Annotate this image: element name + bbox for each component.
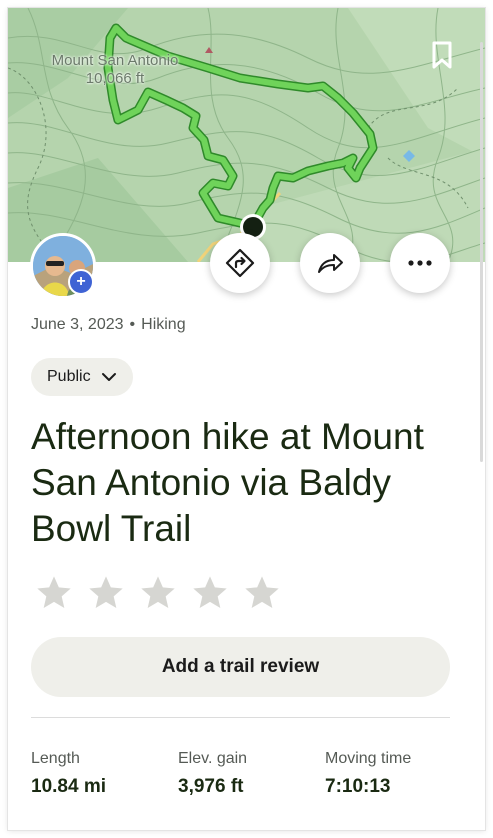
- peak-elevation: 10,066 ft: [85, 70, 145, 87]
- chevron-down-icon: [101, 373, 116, 381]
- share-button[interactable]: [300, 233, 360, 293]
- topo-map-art: [8, 8, 485, 262]
- share-icon: [318, 254, 343, 273]
- bookmark-icon[interactable]: [431, 40, 453, 70]
- stat-label: Length: [31, 750, 80, 767]
- star-icon[interactable]: [242, 573, 282, 613]
- visibility-dropdown[interactable]: Public: [31, 358, 133, 396]
- activity-title: Afternoon hike at Mount San Antonio via …: [31, 416, 424, 549]
- activity-screen: Mount San Antonio 10,066 ft + June 3, 20…: [8, 8, 485, 830]
- star-icon[interactable]: [138, 573, 178, 613]
- peak-label: Mount San Antonio 10,066 ft: [35, 52, 195, 88]
- route-map[interactable]: Mount San Antonio 10,066 ft: [8, 8, 485, 262]
- directions-button[interactable]: [210, 233, 270, 293]
- stat-label: Elev. gain: [178, 750, 248, 767]
- more-icon: [408, 260, 432, 266]
- rating-stars: [34, 573, 282, 613]
- activity-type: Hiking: [141, 316, 186, 333]
- stat-length: Length 10.84 mi: [31, 750, 106, 798]
- star-icon[interactable]: [34, 573, 74, 613]
- meta-separator: •: [129, 316, 136, 333]
- visibility-label: Public: [47, 368, 91, 385]
- star-icon[interactable]: [190, 573, 230, 613]
- stat-value: 10.84 mi: [31, 776, 106, 797]
- activity-meta: June 3, 2023 • Hiking: [31, 316, 186, 334]
- directions-icon: [225, 248, 255, 278]
- stat-moving-time: Moving time 7:10:13: [325, 750, 411, 798]
- divider: [31, 717, 450, 718]
- star-icon[interactable]: [86, 573, 126, 613]
- peak-name: Mount San Antonio: [51, 52, 179, 69]
- stat-value: 3,976 ft: [178, 776, 244, 797]
- scrollbar[interactable]: [480, 42, 483, 462]
- more-button[interactable]: [390, 233, 450, 293]
- stat-elevation-gain: Elev. gain 3,976 ft: [178, 750, 247, 798]
- stat-label: Moving time: [325, 750, 412, 767]
- stat-value: 7:10:13: [325, 776, 391, 797]
- add-trail-review-button[interactable]: Add a trail review: [31, 637, 450, 697]
- activity-date: June 3, 2023: [31, 316, 124, 333]
- plus-icon: +: [68, 269, 94, 295]
